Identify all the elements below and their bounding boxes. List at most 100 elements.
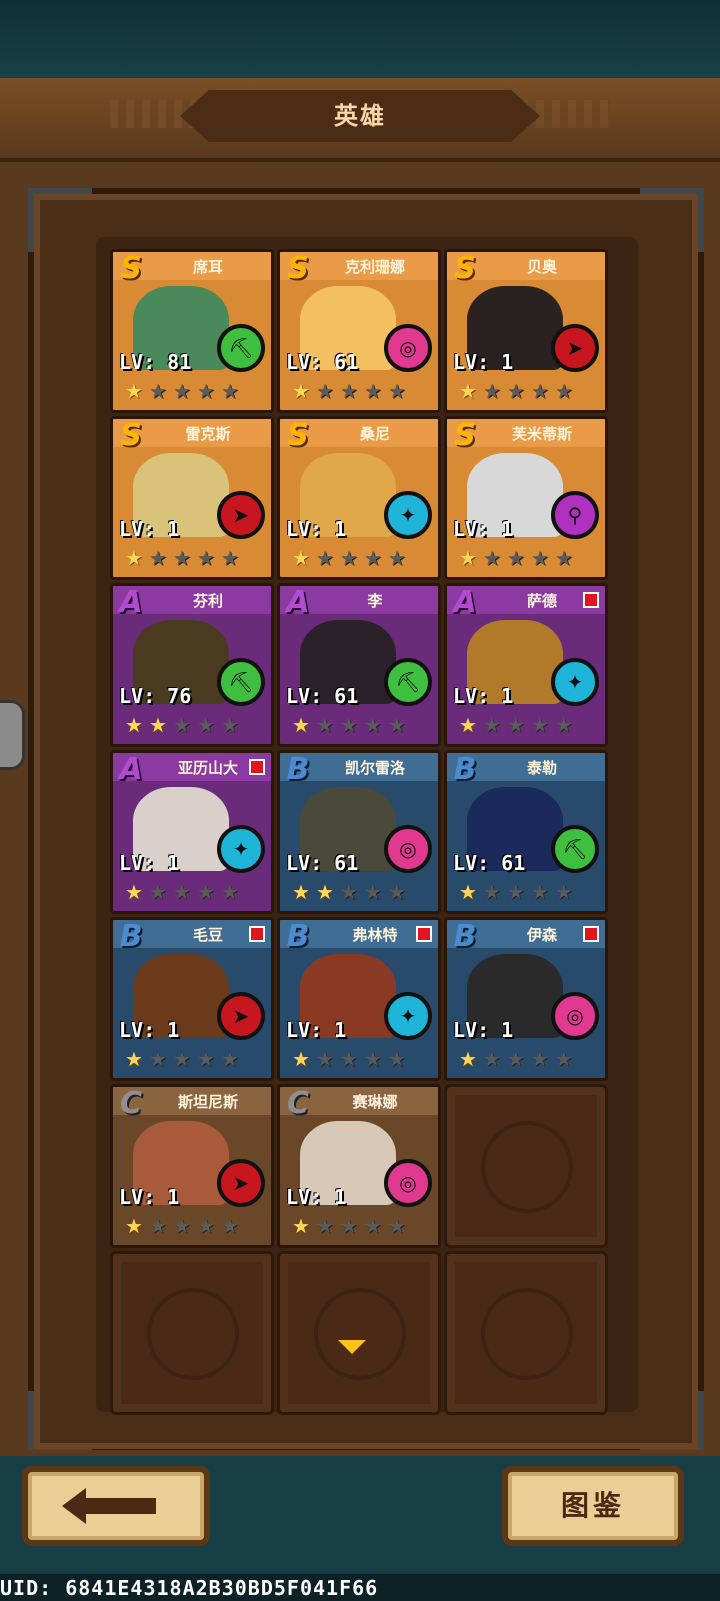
hero-card[interactable]: 凯尔雷洛 B LV: 61 ◎ ★ ★ ★ ★ ★ — [277, 750, 441, 914]
hero-rank-badge: B — [286, 919, 310, 954]
star-icon: ★ — [364, 713, 382, 737]
hero-rank-badge: S — [120, 418, 142, 453]
star-icon: ★ — [292, 546, 310, 570]
star-icon: ★ — [197, 713, 215, 737]
star-icon: ★ — [483, 880, 501, 904]
star-icon: ★ — [125, 1214, 143, 1238]
star-icon: ★ — [507, 713, 525, 737]
hero-name: 凯尔雷洛 — [344, 759, 405, 777]
star-icon: ★ — [173, 880, 191, 904]
star-icon: ★ — [531, 379, 549, 403]
empty-hero-slot — [444, 1084, 608, 1248]
star-icon: ★ — [149, 1047, 167, 1071]
hero-level: LV: 61 — [453, 851, 526, 875]
encyclopedia-label: 图鉴 — [560, 1489, 625, 1522]
notification-badge — [416, 926, 432, 942]
hero-card[interactable]: 萨德 A LV: 1 ✦ ★ ★ ★ ★ ★ — [444, 583, 608, 747]
star-icon: ★ — [364, 1214, 382, 1238]
hero-star-rating: ★ ★ ★ ★ ★ — [123, 714, 241, 736]
hero-name: 芙米蒂斯 — [511, 425, 572, 443]
hero-card[interactable]: 贝奥 S LV: 1 ➤ ★ ★ ★ ★ ★ — [444, 249, 608, 413]
hero-level: LV: 1 — [286, 1185, 347, 1209]
hero-card[interactable]: 席耳 S LV: 81 ⛏ ★ ★ ★ ★ ★ — [110, 249, 274, 413]
hero-card[interactable]: 伊森 B LV: 1 ◎ ★ ★ ★ ★ ★ — [444, 917, 608, 1081]
hero-level: LV: 1 — [453, 1018, 514, 1042]
hero-star-rating: ★ ★ ★ ★ ★ — [290, 380, 408, 402]
hero-name: 贝奥 — [526, 258, 557, 276]
element-pink-icon: ◎ — [384, 825, 432, 873]
hero-name: 芬利 — [192, 592, 223, 610]
star-icon: ★ — [507, 880, 525, 904]
star-icon: ★ — [292, 1047, 310, 1071]
hero-name: 席耳 — [192, 258, 223, 276]
star-icon: ★ — [459, 880, 477, 904]
hero-level: LV: 1 — [286, 1018, 347, 1042]
hero-name: 赛琳娜 — [352, 1093, 398, 1111]
hero-star-rating: ★ ★ ★ ★ ★ — [457, 380, 575, 402]
hero-star-rating: ★ ★ ★ ★ ★ — [290, 1215, 408, 1237]
star-icon: ★ — [531, 1047, 549, 1071]
back-button[interactable] — [22, 1466, 210, 1546]
hero-rank-badge: S — [120, 251, 142, 286]
star-icon: ★ — [555, 1047, 573, 1071]
hero-rank-badge: S — [287, 418, 309, 453]
hero-star-rating: ★ ★ ★ ★ ★ — [457, 714, 575, 736]
empty-hero-slot — [277, 1251, 441, 1415]
star-icon: ★ — [340, 880, 358, 904]
notification-badge — [249, 926, 265, 942]
back-arrow-shaft — [84, 1498, 156, 1514]
hero-rank-badge: C — [119, 1086, 143, 1121]
side-character-peek — [0, 700, 25, 770]
star-icon: ★ — [197, 880, 215, 904]
star-icon: ★ — [364, 379, 382, 403]
star-icon: ★ — [459, 713, 477, 737]
hero-card[interactable]: 芬利 A LV: 76 ⛏ ★ ★ ★ ★ ★ — [110, 583, 274, 747]
star-icon: ★ — [173, 1214, 191, 1238]
star-icon: ★ — [149, 1214, 167, 1238]
hero-rank-badge: A — [119, 585, 143, 620]
hero-card[interactable]: 亚历山大 A LV: 1 ✦ ★ ★ ★ ★ ★ — [110, 750, 274, 914]
hero-level: LV: 1 — [119, 1185, 180, 1209]
element-cyan-icon: ✦ — [384, 491, 432, 539]
hero-card[interactable]: 泰勒 B LV: 61 ⛏ ★ ★ ★ ★ ★ — [444, 750, 608, 914]
element-red-icon: ➤ — [551, 324, 599, 372]
star-icon: ★ — [316, 1047, 334, 1071]
star-icon: ★ — [483, 1047, 501, 1071]
hero-card[interactable]: 雷克斯 S LV: 1 ➤ ★ ★ ★ ★ ★ — [110, 416, 274, 580]
hero-name: 雷克斯 — [185, 425, 231, 443]
star-icon: ★ — [483, 713, 501, 737]
hero-star-rating: ★ ★ ★ ★ ★ — [123, 547, 241, 569]
star-icon: ★ — [197, 1047, 215, 1071]
star-icon: ★ — [125, 713, 143, 737]
element-pink-icon: ◎ — [384, 324, 432, 372]
hero-rank-badge: A — [453, 585, 477, 620]
hero-card[interactable]: 赛琳娜 C LV: 1 ◎ ★ ★ ★ ★ ★ — [277, 1084, 441, 1248]
star-icon: ★ — [149, 713, 167, 737]
hero-level: LV: 61 — [286, 350, 359, 374]
star-icon: ★ — [221, 880, 239, 904]
hero-card[interactable]: 李 A LV: 61 ⛏ ★ ★ ★ ★ ★ — [277, 583, 441, 747]
hero-card[interactable]: 弗林特 B LV: 1 ✦ ★ ★ ★ ★ ★ — [277, 917, 441, 1081]
hero-card[interactable]: 桑尼 S LV: 1 ✦ ★ ★ ★ ★ ★ — [277, 416, 441, 580]
hero-card[interactable]: 毛豆 B LV: 1 ➤ ★ ★ ★ ★ ★ — [110, 917, 274, 1081]
encyclopedia-button[interactable]: 图鉴 — [502, 1466, 684, 1546]
hero-rank-badge: S — [287, 251, 309, 286]
hero-grid[interactable]: 席耳 S LV: 81 ⛏ ★ ★ ★ ★ ★ 克利珊娜 S LV: 61 ◎ ★ ★ ★ ★ ★ 贝奥 S LV: 1… — [96, 237, 638, 1415]
hero-rank-badge: B — [453, 919, 477, 954]
star-icon: ★ — [507, 546, 525, 570]
scroll-down-arrow-icon[interactable] — [338, 1340, 366, 1354]
empty-hero-slot — [444, 1251, 608, 1415]
hero-card[interactable]: 斯坦尼斯 C LV: 1 ➤ ★ ★ ★ ★ ★ — [110, 1084, 274, 1248]
hero-rank-badge: A — [119, 752, 143, 787]
element-cyan-icon: ✦ — [384, 992, 432, 1040]
hero-card[interactable]: 芙米蒂斯 S LV: 1 ⚲ ★ ★ ★ ★ ★ — [444, 416, 608, 580]
star-icon: ★ — [555, 713, 573, 737]
hero-card[interactable]: 克利珊娜 S LV: 61 ◎ ★ ★ ★ ★ ★ — [277, 249, 441, 413]
star-icon: ★ — [364, 1047, 382, 1071]
star-icon: ★ — [531, 546, 549, 570]
hero-rank-badge: S — [454, 251, 476, 286]
star-icon: ★ — [388, 379, 406, 403]
star-icon: ★ — [388, 546, 406, 570]
hero-level: LV: 1 — [119, 851, 180, 875]
corner-ornament — [640, 188, 704, 252]
